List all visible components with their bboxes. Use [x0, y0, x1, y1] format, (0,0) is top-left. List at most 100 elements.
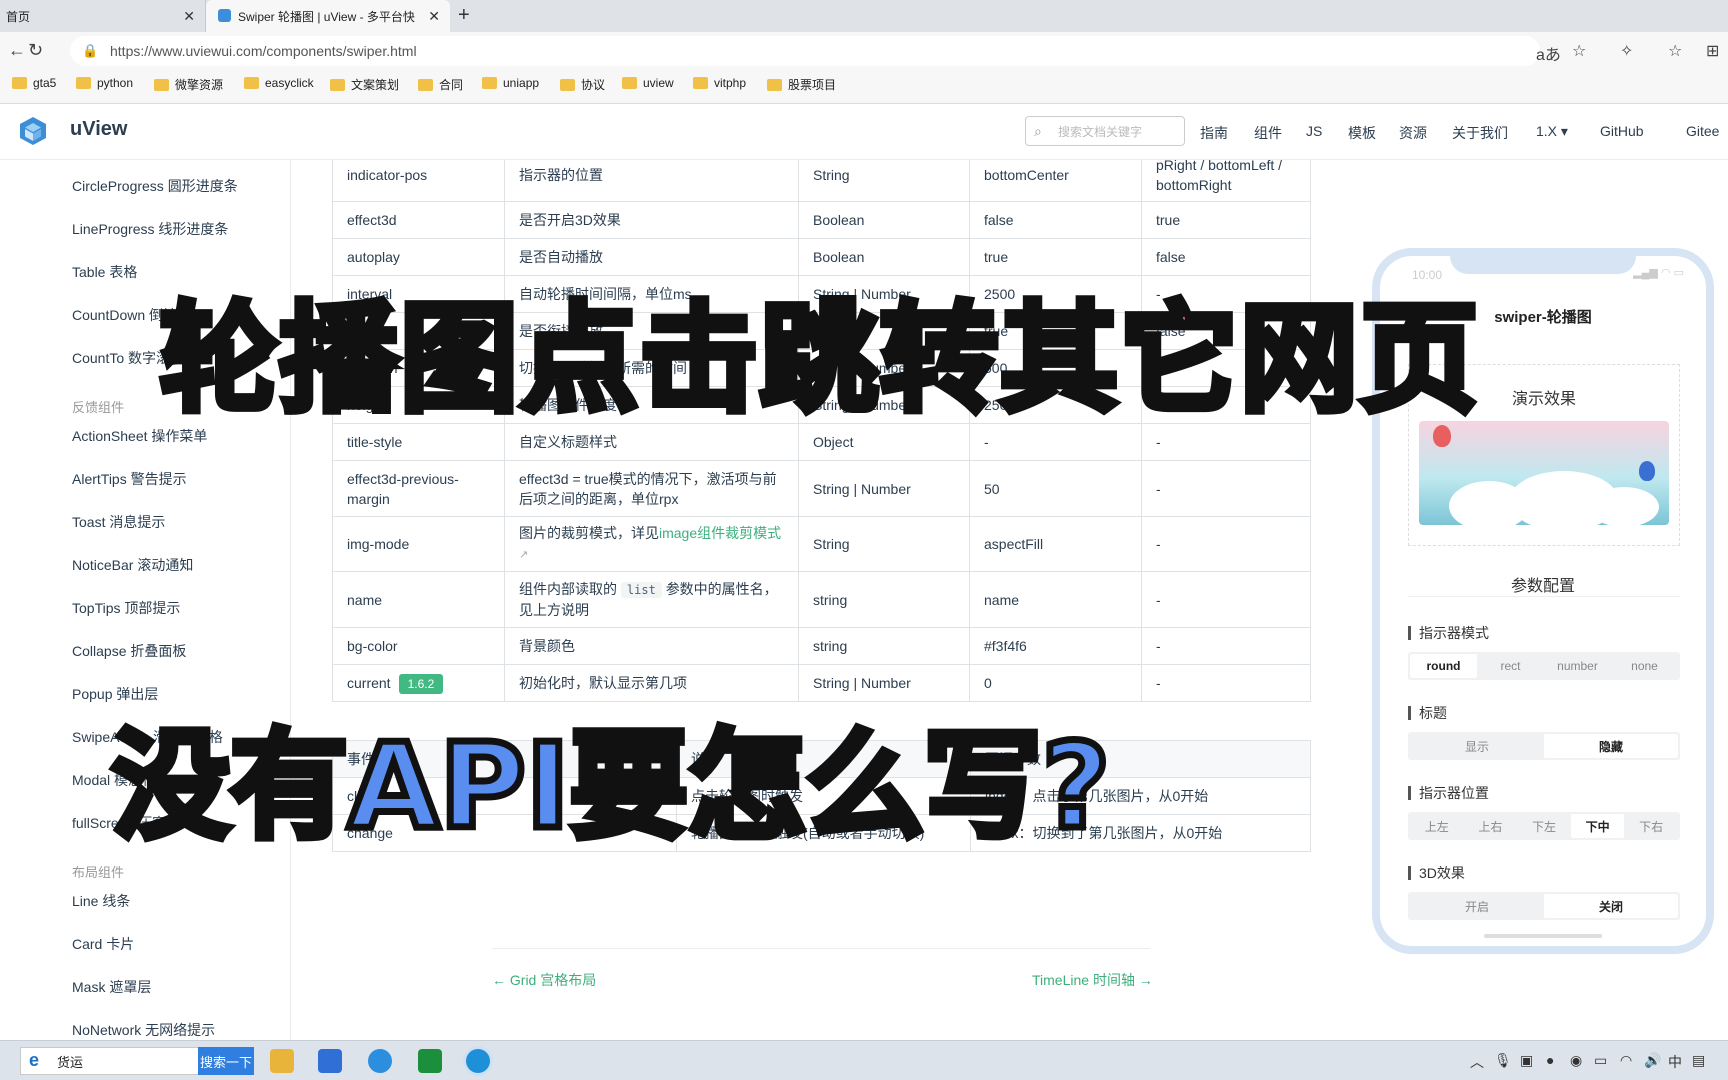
option-hide[interactable]: 隐藏 — [1544, 734, 1678, 758]
tray-app-icon[interactable]: ▣ — [1520, 1052, 1533, 1069]
collections-icon[interactable]: ⊞ — [1706, 41, 1719, 61]
bookmark-folder[interactable]: 协议 — [560, 76, 605, 93]
bookmark-folder[interactable]: 微擎资源 — [154, 76, 223, 93]
bookmark-folder[interactable]: gta5 — [12, 76, 56, 90]
sidebar-item[interactable]: AlertTips 警告提示 — [72, 469, 187, 489]
network-icon[interactable]: ◠ — [1620, 1052, 1632, 1069]
nav-github[interactable]: GitHub — [1600, 123, 1644, 139]
prev-page-link[interactable]: ← Grid 宫格布局 — [492, 970, 596, 990]
option-top-right[interactable]: 上右 — [1464, 814, 1518, 838]
favorites-icon[interactable]: ☆ — [1668, 41, 1682, 61]
url-field[interactable]: 🔒 https://www.uviewui.com/components/swi… — [70, 36, 1540, 66]
table-cell: String | Number — [798, 460, 970, 517]
table-cell: effect3d — [332, 201, 505, 239]
nav-resources[interactable]: 资源 — [1399, 123, 1427, 143]
bookmark-label: 股票项目 — [788, 78, 837, 92]
microphone-icon[interactable]: 🎙 — [1494, 1052, 1512, 1069]
favorite-add-icon[interactable]: ☆ — [1572, 41, 1586, 61]
image-mode-link[interactable]: image组件裁剪模式 — [659, 525, 781, 541]
table-cell: aspectFill — [969, 516, 1142, 572]
sidebar-group-title: 反馈组件 — [72, 400, 125, 415]
nav-about[interactable]: 关于我们 — [1452, 123, 1508, 143]
nav-guide[interactable]: 指南 — [1200, 123, 1228, 143]
file-explorer-icon[interactable] — [270, 1049, 294, 1073]
sidebar-item[interactable]: Card 卡片 — [72, 934, 134, 954]
close-icon[interactable]: ✕ — [428, 8, 440, 25]
bookmark-folder[interactable]: uniapp — [482, 76, 539, 90]
sidebar-item[interactable]: Line 线条 — [72, 891, 130, 911]
tray-app-icon[interactable]: ▭ — [1594, 1052, 1607, 1069]
docs-search-input[interactable]: ⌕ 搜索文档关键字 — [1025, 116, 1185, 146]
balloon-icon — [1639, 461, 1655, 481]
close-icon[interactable]: ✕ — [183, 8, 195, 25]
next-page-link[interactable]: TimeLine 时间轴 → — [1032, 970, 1153, 990]
option-bottom-right[interactable]: 下右 — [1624, 814, 1678, 838]
option-show[interactable]: 显示 — [1410, 734, 1544, 758]
nav-version-dropdown[interactable]: 1.X ▾ — [1536, 123, 1568, 140]
bookmark-folder[interactable]: 文案策划 — [330, 76, 399, 93]
option-rect[interactable]: rect — [1477, 654, 1544, 678]
table-cell: 图片的裁剪模式，详见image组件裁剪模式 ↗ — [504, 516, 799, 572]
sidebar-item[interactable]: CircleProgress 圆形进度条 — [72, 176, 238, 196]
hbuilder-icon[interactable] — [418, 1049, 442, 1073]
wechat-icon[interactable]: ● — [1546, 1052, 1554, 1068]
uview-logo-icon[interactable] — [17, 115, 49, 147]
reload-icon[interactable]: ↻ — [28, 40, 43, 61]
tab-home[interactable]: 首页 ✕ — [0, 0, 206, 32]
option-top-left[interactable]: 上左 — [1410, 814, 1464, 838]
option-none[interactable]: none — [1611, 654, 1678, 678]
sidebar-item[interactable]: NoNetwork 无网络提示 — [72, 1020, 215, 1040]
bookmark-folder[interactable]: 股票项目 — [767, 76, 836, 93]
nav-gitee[interactable]: Gitee — [1686, 123, 1719, 139]
folder-icon — [154, 78, 169, 91]
folder-icon — [76, 77, 91, 89]
bookmark-folder[interactable]: 合同 — [418, 76, 463, 93]
bookmark-folder[interactable]: vitphp — [693, 76, 746, 90]
folder-icon — [693, 77, 708, 89]
notes-app-icon[interactable] — [318, 1049, 342, 1073]
bookmark-folder[interactable]: easyclick — [244, 76, 314, 90]
option-bottom-left[interactable]: 下左 — [1517, 814, 1571, 838]
option-on[interactable]: 开启 — [1410, 894, 1544, 918]
tab-swiper[interactable]: Swiper 轮播图 | uView - 多平台快 ✕ — [206, 0, 450, 32]
option-off[interactable]: 关闭 — [1544, 894, 1678, 918]
table-cell: effect3d-previous-margin — [332, 460, 505, 517]
indicator-position-selector: 上左 上右 下左 下中 下右 — [1408, 812, 1680, 840]
nav-templates[interactable]: 模板 — [1348, 123, 1376, 143]
sidebar-item[interactable]: LineProgress 线形进度条 — [72, 219, 228, 239]
sidebar-item[interactable]: TopTips 顶部提示 — [72, 598, 180, 618]
nav-components[interactable]: 组件 — [1254, 123, 1282, 143]
option-number[interactable]: number — [1544, 654, 1611, 678]
sidebar-item[interactable]: NoticeBar 滚动通知 — [72, 555, 193, 575]
read-aloud-icon[interactable]: aあ — [1536, 41, 1561, 65]
volume-icon[interactable]: 🔊 — [1644, 1052, 1661, 1069]
tray-expand-icon[interactable]: ︿ — [1470, 1052, 1484, 1072]
sidebar-item[interactable]: Toast 消息提示 — [72, 512, 165, 532]
sidebar-item[interactable]: Table 表格 — [72, 262, 137, 282]
sidebar-item[interactable]: Collapse 折叠面板 — [72, 641, 186, 661]
option-round[interactable]: round — [1410, 654, 1477, 678]
table-row: bg-color 背景颜色 string #f3f4f6 - — [332, 627, 1311, 665]
table-row: effect3d-previous-margin effect3d = true… — [332, 460, 1311, 517]
url-text: https://www.uviewui.com/components/swipe… — [110, 43, 417, 59]
edge-browser-icon[interactable] — [466, 1049, 490, 1073]
back-arrow-icon[interactable]: ← — [8, 40, 26, 61]
brand-name[interactable]: uView — [70, 118, 127, 141]
option-bottom-center[interactable]: 下中 — [1570, 814, 1625, 838]
tray-app-icon[interactable]: ▤ — [1692, 1052, 1705, 1069]
folder-icon — [418, 78, 433, 91]
ime-icon[interactable]: 中 — [1668, 1052, 1682, 1072]
extensions-icon[interactable]: ✧ — [1620, 41, 1633, 61]
new-tab-icon[interactable]: + — [458, 4, 470, 27]
sidebar-item[interactable]: Mask 遮罩层 — [72, 977, 151, 997]
tray-app-icon[interactable]: ◉ — [1570, 1052, 1582, 1069]
nav-js[interactable]: JS — [1306, 123, 1322, 139]
ie-browser-icon[interactable] — [368, 1049, 392, 1073]
bookmark-label: python — [97, 76, 134, 90]
taskbar-search-button[interactable]: 搜索一下 — [198, 1047, 254, 1075]
bookmark-folder[interactable]: uview — [622, 76, 674, 90]
swiper-banner-image[interactable] — [1419, 421, 1669, 525]
folder-icon — [767, 78, 782, 91]
bookmark-folder[interactable]: python — [76, 76, 133, 90]
cell-text: 图片的裁剪模式，详见 — [519, 525, 659, 541]
